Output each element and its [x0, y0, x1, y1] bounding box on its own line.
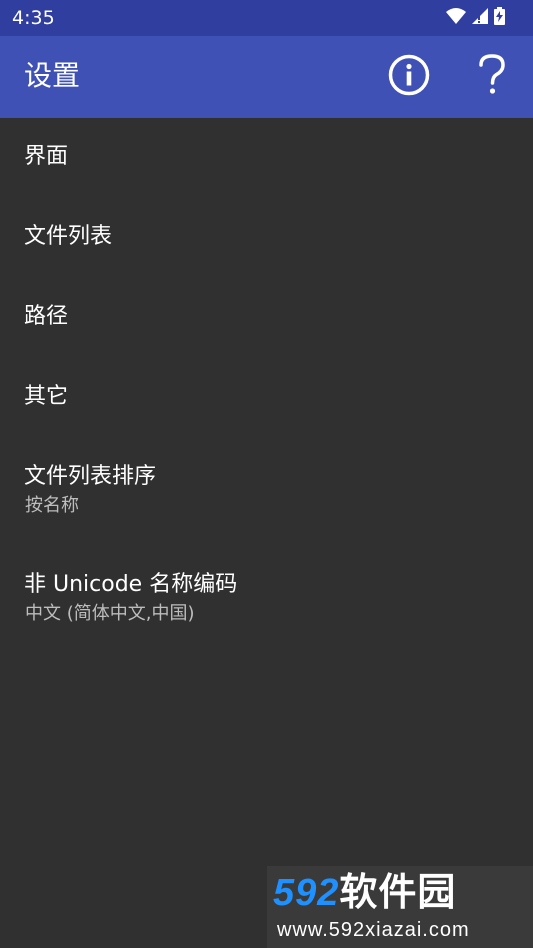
page-title: 设置	[24, 59, 81, 92]
pref-title: 路径	[24, 304, 69, 329]
pref-non-unicode-encoding[interactable]: 非 Unicode 名称编码 中文 (简体中文,中国)	[0, 546, 533, 654]
pref-title: 界面	[24, 144, 69, 169]
pref-file-list-sort[interactable]: 文件列表排序 按名称	[0, 438, 533, 546]
status-icons	[446, 7, 505, 29]
pref-title: 文件列表排序	[24, 464, 157, 489]
pref-paths[interactable]: 路径	[0, 278, 533, 358]
pref-summary: 按名称	[25, 495, 79, 516]
pref-other[interactable]: 其它	[0, 358, 533, 438]
watermark: 592软件园 www.592xiazai.com	[267, 866, 533, 948]
info-circle-icon	[388, 54, 430, 100]
pref-file-list[interactable]: 文件列表	[0, 198, 533, 278]
watermark-digits: 592	[273, 872, 340, 914]
signal-icon	[472, 8, 488, 28]
watermark-logo: 592软件园	[273, 870, 456, 916]
pref-title: 文件列表	[24, 224, 113, 249]
pref-summary: 中文 (简体中文,中国)	[25, 603, 195, 624]
app-toolbar: 设置	[0, 36, 533, 118]
watermark-name: 软件园	[339, 872, 457, 914]
help-button[interactable]	[470, 53, 514, 101]
question-mark-icon	[477, 53, 507, 101]
preferences-list: 界面 文件列表 路径 其它 文件列表排序 按名称 非 Unicode 名称编码 …	[0, 118, 533, 654]
pref-interface[interactable]: 界面	[0, 118, 533, 198]
status-bar: 4:35	[0, 0, 533, 36]
pref-title: 非 Unicode 名称编码	[24, 572, 238, 597]
battery-icon	[494, 7, 505, 29]
info-button[interactable]	[387, 54, 431, 100]
watermark-url: www.592xiazai.com	[277, 919, 470, 941]
wifi-icon	[446, 8, 466, 28]
pref-title: 其它	[24, 384, 69, 409]
status-time: 4:35	[12, 7, 55, 29]
